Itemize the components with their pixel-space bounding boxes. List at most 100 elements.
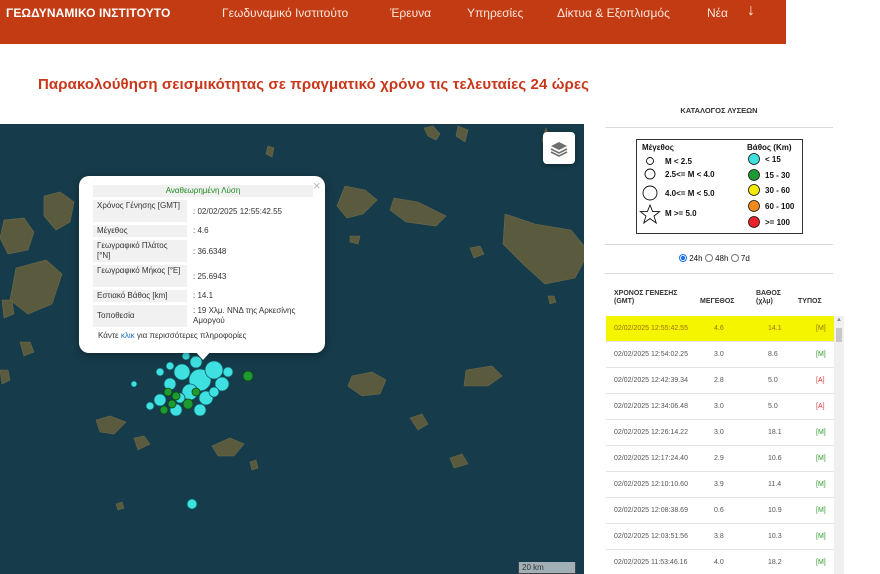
popup-value: : 19 Χλμ. ΝΝΔ της Αρκεσίνης Αμοργού [193, 306, 296, 325]
radio-label-24h[interactable]: 24h [689, 254, 702, 263]
cell-type: [M] [816, 455, 826, 462]
earthquake-markers[interactable] [130, 351, 254, 510]
cell-depth: 10.3 [768, 533, 782, 540]
radio-label-48h[interactable]: 48h [715, 254, 728, 263]
table-row[interactable]: 02/02/2025 11:53:46.16 4.0 18.2 [M] [606, 550, 834, 574]
table-row[interactable]: 02/02/2025 12:54:02.25 3.0 8.6 [M] [606, 342, 834, 368]
close-icon[interactable]: × [313, 178, 321, 193]
cell-type: [M] [816, 533, 826, 540]
legend-mag-item: M >= 5.0 [665, 209, 697, 218]
table-row[interactable]: 02/02/2025 12:34:06.48 3.0 5.0 [A] [606, 394, 834, 420]
cell-magnitude: 3.8 [714, 533, 724, 540]
popup-footer-text: για περισσότερες πληροφορίες [134, 331, 247, 340]
cell-time: 02/02/2025 12:08:38.69 [614, 507, 688, 514]
legend-mag-item: 2.5<= M < 4.0 [665, 170, 715, 179]
radio-7d[interactable] [730, 254, 739, 262]
cell-time: 02/02/2025 11:53:46.16 [614, 559, 688, 566]
cell-type: [A] [816, 377, 825, 384]
legend-depth-item: 15 - 30 [765, 171, 790, 180]
nav-item-networks[interactable]: Δίκτυα & Εξοπλισμός [557, 6, 670, 20]
nav-item-news[interactable]: Νέα [707, 6, 728, 20]
cell-time: 02/02/2025 12:10:10.60 [614, 481, 688, 488]
popup-label: Γεωγραφικό Πλάτος [°N] [93, 240, 187, 262]
nav-item-institute[interactable]: Γεωδυναμικό Ινστιτούτο [222, 6, 348, 20]
cell-magnitude: 4.0 [714, 559, 724, 566]
popup-value: : 02/02/2025 12:55:42.55 [193, 207, 282, 216]
cell-depth: 18.1 [768, 429, 782, 436]
popup-value: : 14.1 [193, 291, 214, 300]
table-row[interactable]: 02/02/2025 12:17:24.40 2.9 10.6 [M] [606, 446, 834, 472]
layers-button[interactable] [543, 132, 575, 164]
popup-row-origin-time: Χρόνος Γένησης [GMT] : 02/02/2025 12:55:… [93, 200, 313, 222]
cell-time: 02/02/2025 12:55:42.55 [614, 325, 688, 332]
cell-type: [A] [816, 403, 825, 410]
radio-label-7d[interactable]: 7d [741, 254, 750, 263]
popup-label: Εστιακό Βάθος [km] [93, 290, 187, 302]
popup-row-depth: Εστιακό Βάθος [km] : 14.1 [93, 290, 313, 302]
cell-time: 02/02/2025 12:54:02.25 [614, 351, 688, 358]
table-row[interactable]: 02/02/2025 12:10:10.60 3.9 11.4 [M] [606, 472, 834, 498]
down-arrow-icon[interactable]: ↓ [747, 2, 755, 20]
cell-depth: 8.6 [768, 351, 778, 358]
popup-row-latitude: Γεωγραφικό Πλάτος [°N] : 36.6348 [93, 240, 313, 262]
cell-magnitude: 2.8 [714, 377, 724, 384]
divider [605, 127, 833, 128]
column-header-time[interactable]: ΧΡΟΝΟΣ ΓΕΝΕΣΗΣ (GMT) [614, 290, 684, 306]
cell-type: [M] [816, 325, 826, 332]
cell-depth: 10.6 [768, 455, 782, 462]
cell-magnitude: 0.6 [714, 507, 724, 514]
popup-label: Τοποθεσία [93, 305, 187, 327]
legend-mag-item: M < 2.5 [665, 157, 692, 166]
scroll-up-icon[interactable]: ▲ [836, 317, 842, 323]
cell-depth: 18.2 [768, 559, 782, 566]
column-header-depth[interactable]: ΒΑΘΟΣ (χλμ) [756, 290, 786, 306]
popup-label: Γεωγραφικό Μήκος [°E] [93, 265, 187, 287]
column-header-type[interactable]: ΤΥΠΟΣ [798, 298, 822, 306]
popup-heading: Αναθεωρημένη Λύση [93, 185, 313, 197]
nav-item-services[interactable]: Υπηρεσίες [467, 6, 523, 20]
radio-24h[interactable] [679, 254, 687, 262]
legend-mag-item: 4.0<= M < 5.0 [665, 189, 715, 198]
popup-row-magnitude: Μέγεθος : 4.6 [93, 225, 313, 237]
cell-magnitude: 3.0 [714, 351, 724, 358]
nav-item-research[interactable]: Έρευνα [390, 6, 431, 20]
popup-footer: Κάντε κλικ για περισσότερες πληροφορίες [98, 331, 246, 340]
cell-time: 02/02/2025 12:42:39.34 [614, 377, 688, 384]
cell-depth: 5.0 [768, 377, 778, 384]
table-row[interactable]: 02/02/2025 12:55:42.55 4.6 14.1 [M] [606, 316, 834, 342]
cell-type: [M] [816, 559, 826, 566]
layers-icon [550, 142, 568, 157]
table-row[interactable]: 02/02/2025 12:03:51.56 3.8 10.3 [M] [606, 524, 834, 550]
cell-time: 02/02/2025 12:34:06.48 [614, 403, 688, 410]
popup-footer-text: Κάντε [98, 331, 121, 340]
cell-time: 02/02/2025 12:26:14.22 [614, 429, 688, 436]
cell-depth: 5.0 [768, 403, 778, 410]
cell-magnitude: 2.9 [714, 455, 724, 462]
page-title: Παρακολούθηση σεισμικότητας σε πραγματικ… [38, 76, 589, 93]
cell-depth: 10.9 [768, 507, 782, 514]
cell-depth: 11.4 [768, 481, 782, 488]
scrollbar-thumb[interactable] [836, 328, 842, 342]
legend-depth-item: >= 100 [765, 218, 790, 227]
cell-magnitude: 3.0 [714, 429, 724, 436]
more-info-link[interactable]: κλικ [121, 331, 135, 340]
table-row[interactable]: 02/02/2025 12:08:38.69 0.6 10.9 [M] [606, 498, 834, 524]
cell-type: [M] [816, 481, 826, 488]
popup-value: : 25.6943 [193, 272, 227, 281]
table-row[interactable]: 02/02/2025 12:26:14.22 3.0 18.1 [M] [606, 420, 834, 446]
legend-box: Μέγεθος Βάθος (Km) M < 2.5 2.5<= M < 4.0… [636, 139, 803, 234]
popup-label: Χρόνος Γένησης [GMT] [93, 200, 187, 222]
popup-row-longitude: Γεωγραφικό Μήκος [°E] : 25.6943 [93, 265, 313, 287]
table-scrollbar[interactable] [834, 316, 844, 574]
brand-logo[interactable]: ΓΕΩΔΥΝΑΜΙΚΟ ΙΝΣΤΙΤΟΥΤΟ [6, 6, 170, 20]
cell-magnitude: 3.9 [714, 481, 724, 488]
cell-type: [M] [816, 429, 826, 436]
table-row[interactable]: 02/02/2025 12:42:39.34 2.8 5.0 [A] [606, 368, 834, 394]
legend-depth-item: 30 - 60 [765, 186, 790, 195]
column-header-magnitude[interactable]: ΜΕΓΕΘΟΣ [700, 298, 734, 306]
cell-magnitude: 3.0 [714, 403, 724, 410]
catalog-title: ΚΑΤΑΛΟΓΟΣ ΛΥΣΕΩΝ [680, 106, 758, 115]
popup-pointer [194, 350, 212, 360]
cell-depth: 14.1 [768, 325, 782, 332]
radio-48h[interactable] [704, 254, 713, 262]
